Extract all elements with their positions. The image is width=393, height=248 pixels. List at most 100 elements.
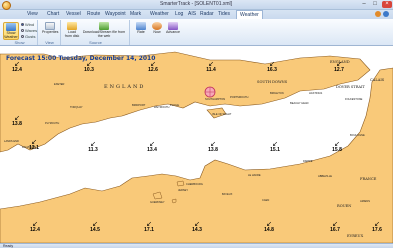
place-label: BRIDPORT [132, 104, 146, 107]
option-wind[interactable]: Wind [21, 22, 34, 27]
region-dover-strait: DOVER STRAIT [336, 85, 365, 89]
wind-barb: ↙ 12.1 [29, 139, 39, 151]
place-label: EXETER [54, 83, 65, 86]
close-icon[interactable]: × [382, 1, 392, 8]
show-weather-button[interactable]: Show Weather [3, 22, 19, 40]
place-label: BAYEUX [222, 193, 233, 196]
region-rouen: ROUEN [337, 204, 352, 208]
menu-chart[interactable]: Chart [47, 11, 59, 17]
radio-icon [21, 23, 24, 26]
place-label: POOLE [170, 104, 179, 107]
ribbon-group-view: Properties View [39, 20, 61, 45]
wind-barb: ↙ 12.4 [30, 221, 40, 233]
advance-icon [168, 22, 178, 30]
wind-barb: ↙ 16.7 [330, 221, 340, 233]
menu-bar: View Chart Vessel Route Waypoint Mark We… [0, 10, 393, 19]
folder-icon [67, 22, 77, 30]
wind-barb: ↙ 16.3 [267, 61, 277, 73]
wind-barb: ↙ 14.8 [264, 221, 274, 233]
place-label: SOUTHAMPTON [205, 98, 226, 101]
download-icon [99, 22, 109, 30]
region-england: ENGLAND [104, 84, 146, 90]
wind-barb: ↙ 11.4 [206, 61, 216, 73]
menu-log[interactable]: Log [175, 11, 183, 17]
place-label: LE HAVRE [248, 174, 261, 177]
window-title: SmarterTrack - [SOLENT01.xml] [160, 1, 233, 7]
menu-route[interactable]: Route [87, 11, 100, 17]
clock-icon [152, 22, 162, 30]
place-label: LANDS END [4, 140, 19, 143]
maximize-icon[interactable]: □ [370, 1, 380, 8]
wind-barb: ↙ 14.5 [90, 221, 100, 233]
minimize-icon[interactable]: – [359, 1, 369, 8]
help-icons [375, 11, 389, 17]
wind-barb: ↙ 11.3 [88, 141, 98, 153]
option-gusts[interactable]: Gusts [21, 34, 35, 39]
status-bar: Ready [0, 243, 393, 248]
rate-button[interactable]: Rate [133, 22, 149, 40]
forecast-label: Forecast 15:00 Tuesday, December 14, 201… [6, 55, 156, 62]
place-label: ABBEVILLE [318, 175, 332, 178]
group-title: Show [14, 40, 25, 45]
region-evreux: EVREUX [347, 234, 364, 238]
option-waves[interactable]: Waves [21, 28, 37, 33]
ribbon-group-time: Rate Now Advance [131, 20, 183, 45]
place-label: JERSEY [178, 189, 189, 192]
menu-vessel[interactable]: Vessel [66, 11, 81, 17]
menu-ais[interactable]: AIS [188, 11, 196, 17]
place-label: BRIGHTON [270, 92, 284, 95]
group-title: Source [89, 40, 102, 45]
properties-icon [45, 22, 55, 30]
place-label: WEYMOUTH [154, 106, 170, 109]
place-label: DIEPPE [303, 160, 313, 163]
wind-barb: ↙ 12.4 [12, 61, 22, 73]
place-label: FOLKESTONE [345, 98, 363, 101]
wind-barb: ↙ 12.7 [334, 61, 344, 73]
wind-barb: ↙ 15.1 [270, 141, 280, 153]
menu-waypoint[interactable]: Waypoint [105, 11, 126, 17]
region-france: FRANCE [360, 177, 377, 181]
region-calais: CALAIS [370, 78, 385, 82]
place-label: BOULOGNE [350, 134, 365, 137]
wind-barb: ↙ 10.3 [84, 61, 94, 73]
menu-weather-2[interactable]: Weather [150, 11, 169, 17]
wind-barb: ↙ 15.8 [332, 141, 342, 153]
menu-mark[interactable]: Mark [130, 11, 141, 17]
menu-view[interactable]: View [27, 11, 38, 17]
group-title: View [45, 40, 54, 45]
radio-icon [21, 35, 24, 38]
place-label: HASTINGS [309, 92, 323, 95]
wind-barb: ↙ 13.4 [147, 141, 157, 153]
radio-icon [21, 29, 24, 32]
wind-barb: ↙ 12.6 [148, 61, 158, 73]
style-icon[interactable] [375, 11, 381, 17]
properties-button[interactable]: Properties [42, 22, 58, 40]
download-button[interactable]: Download/Stream file from the web [82, 22, 126, 40]
weather-icon [6, 23, 16, 31]
place-label: CHERBOURG [186, 183, 203, 186]
title-bar: SmarterTrack - [SOLENT01.xml] – □ × [0, 0, 393, 10]
help-icon[interactable] [383, 11, 389, 17]
place-label: BEACHY HEAD [290, 102, 309, 105]
place-label: CAEN [262, 199, 270, 202]
load-from-disk-button[interactable]: Load from disk [64, 22, 80, 40]
ribbon-group-show: Show Weather Wind Waves Gusts Show [2, 20, 38, 45]
wind-barb: ↙ 13.8 [12, 115, 22, 127]
place-label: AMIENS [360, 200, 370, 203]
region-south-downs: SOUTH DOWNS [257, 80, 288, 84]
place-label: PORTSMOUTH [230, 96, 249, 99]
ribbon: Show Weather Wind Waves Gusts Show Prope… [0, 19, 393, 46]
place-label: ISLE OF WIGHT [212, 113, 232, 116]
now-button[interactable]: Now [149, 22, 165, 40]
advance-button[interactable]: Advance [165, 22, 181, 40]
wind-barb: ↙ 17.1 [144, 221, 154, 233]
menu-radar[interactable]: Radar [200, 11, 214, 17]
place-label: TORQUAY [70, 106, 83, 109]
app-menu-icon[interactable] [2, 1, 11, 10]
place-label: GUERNSEY [150, 201, 165, 204]
menu-weather[interactable]: Weather [236, 10, 263, 19]
wind-barb: ↙ 14.3 [192, 221, 202, 233]
menu-tides[interactable]: Tides [218, 11, 230, 17]
place-label: PLYMOUTH [45, 122, 60, 125]
wind-barb: ↙ 13.8 [208, 141, 218, 153]
